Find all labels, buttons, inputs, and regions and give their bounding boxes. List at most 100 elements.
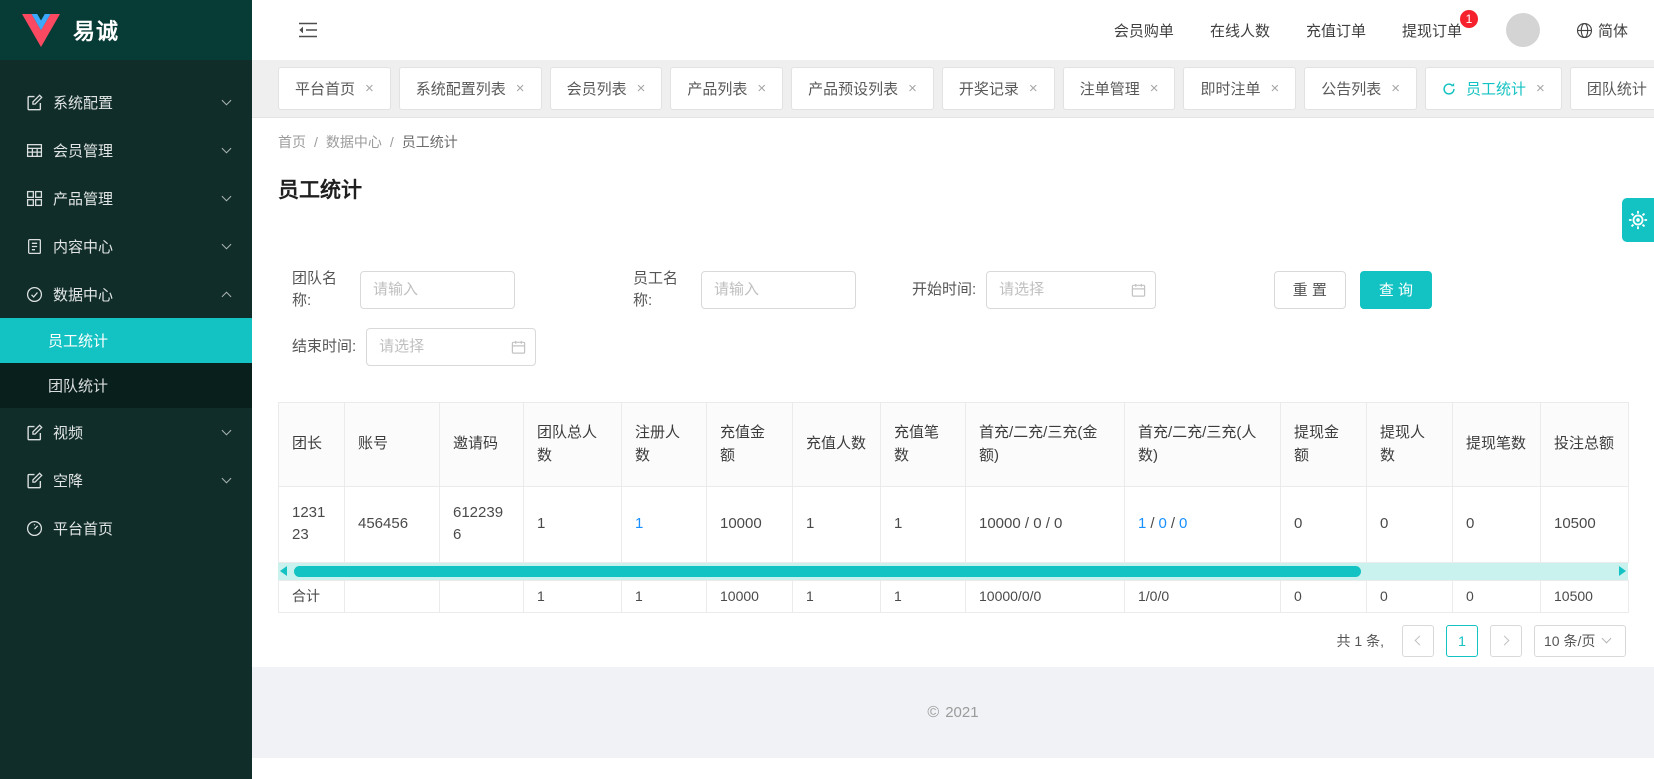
tab-live-bets[interactable]: 即时注单×: [1183, 67, 1296, 110]
col-recharge-amount: 充值金额: [707, 402, 793, 486]
col-registered: 注册人数: [622, 402, 707, 486]
link-second-recharge-users[interactable]: 0: [1159, 515, 1167, 532]
sidebar-item-platform-home[interactable]: 平台首页: [0, 504, 252, 552]
tab-team-statistics[interactable]: 团队统计×: [1570, 67, 1654, 110]
copyright-year: 2021: [945, 704, 978, 721]
language-switch[interactable]: 简体: [1576, 20, 1628, 41]
search-button[interactable]: 查 询: [1360, 271, 1432, 309]
filter-panel: 团队名称: 员工名称: 开始时间:: [278, 268, 1628, 366]
close-icon[interactable]: ×: [637, 81, 646, 96]
cell-withdraw-amount: 0: [1281, 486, 1367, 562]
avatar[interactable]: [1506, 13, 1540, 47]
link-first-recharge-users[interactable]: 1: [1138, 515, 1146, 532]
tab-draw-records[interactable]: 开奖记录×: [942, 67, 1055, 110]
tab-announcement-list[interactable]: 公告列表×: [1304, 67, 1417, 110]
close-icon[interactable]: ×: [1536, 81, 1545, 96]
close-icon[interactable]: ×: [1270, 81, 1279, 96]
sidebar-item-airdrop[interactable]: 空降: [0, 456, 252, 504]
scroll-right-arrow-icon[interactable]: [1619, 566, 1626, 576]
filter-row-2: 结束时间:: [292, 328, 1628, 366]
prev-page-button[interactable]: [1402, 625, 1434, 657]
topbar-link-online-users[interactable]: 在线人数: [1210, 20, 1270, 41]
sidebar: 易诚 系统配置 会员管理 产品管理: [0, 0, 252, 779]
staff-name-input[interactable]: [701, 271, 856, 309]
close-icon[interactable]: ×: [1150, 81, 1159, 96]
breadcrumb-home[interactable]: 首页: [278, 132, 306, 152]
topbar-link-recharge-orders[interactable]: 充值订单: [1306, 20, 1366, 41]
notification-badge: 1: [1460, 10, 1478, 28]
sidebar-item-product-management[interactable]: 产品管理: [0, 174, 252, 222]
chevron-up-icon: [222, 291, 232, 301]
col-withdraw-amount: 提现金额: [1281, 402, 1367, 486]
cell-first-recharge-users: 1/0/0: [1125, 486, 1281, 562]
col-withdraw-users: 提现人数: [1367, 402, 1453, 486]
sidebar-item-data-center[interactable]: 数据中心: [0, 270, 252, 318]
close-icon[interactable]: ×: [1029, 81, 1038, 96]
topbar: 会员购单 在线人数 充值订单 提现订单 1 简体: [252, 0, 1654, 60]
team-name-input[interactable]: [360, 271, 515, 309]
brand-header[interactable]: 易诚: [0, 0, 252, 60]
start-time-label: 开始时间:: [912, 279, 976, 301]
tab-platform-home[interactable]: 平台首页×: [278, 67, 391, 110]
filter-row-1: 团队名称: 员工名称: 开始时间:: [292, 268, 1628, 312]
next-page-button[interactable]: [1490, 625, 1522, 657]
end-time-filter: 结束时间:: [292, 328, 536, 366]
close-icon[interactable]: ×: [1391, 81, 1400, 96]
col-withdraw-count: 提现笔数: [1453, 402, 1541, 486]
close-icon[interactable]: ×: [365, 81, 374, 96]
col-invite-code: 邀请码: [440, 402, 524, 486]
collapse-sidebar-button[interactable]: [298, 21, 318, 39]
tab-bet-management[interactable]: 注单管理×: [1063, 67, 1176, 110]
col-first-recharge-amount: 首充/二充/三充(金额): [966, 402, 1125, 486]
close-icon[interactable]: ×: [757, 81, 766, 96]
breadcrumb-separator: /: [314, 134, 318, 150]
dashboard-icon: [26, 520, 43, 537]
page-1-button[interactable]: 1: [1446, 625, 1478, 657]
sidebar-item-system-config[interactable]: 系统配置: [0, 78, 252, 126]
refresh-icon[interactable]: [1442, 82, 1456, 96]
sidebar-item-content-center[interactable]: 内容中心: [0, 222, 252, 270]
sidebar-subitem-team-statistics[interactable]: 团队统计: [0, 363, 252, 408]
summary-total-label: 合计: [279, 580, 345, 612]
scrollbar-thumb[interactable]: [294, 566, 1361, 577]
cell-registered: 1: [622, 486, 707, 562]
edit-square-icon: [26, 472, 43, 489]
topbar-right: 会员购单 在线人数 充值订单 提现订单 1 简体: [1114, 13, 1628, 47]
appstore-icon: [26, 190, 43, 207]
cell-withdraw-users: 0: [1367, 486, 1453, 562]
sidebar-item-video[interactable]: 视频: [0, 408, 252, 456]
team-name-filter: 团队名称:: [292, 268, 515, 312]
start-time-filter: 开始时间:: [912, 271, 1156, 309]
cell-account: 456456: [345, 486, 440, 562]
link-registered-count[interactable]: 1: [635, 515, 643, 532]
copyright-icon: ©: [927, 704, 939, 722]
reset-button[interactable]: 重 置: [1274, 271, 1346, 309]
close-icon[interactable]: ×: [516, 81, 525, 96]
page-content: 首页 / 数据中心 / 员工统计 员工统计 团队名称: 员工名称:: [252, 118, 1654, 667]
tab-staff-statistics[interactable]: 员工统计 ×: [1425, 67, 1562, 110]
breadcrumb: 首页 / 数据中心 / 员工统计: [278, 132, 1628, 152]
tab-system-config-list[interactable]: 系统配置列表×: [399, 67, 542, 110]
settings-fab[interactable]: [1622, 198, 1654, 242]
breadcrumb-data-center[interactable]: 数据中心: [326, 132, 382, 152]
table-horizontal-scrollbar[interactable]: [278, 563, 1628, 580]
menu-fold-icon: [298, 21, 318, 39]
table-row: 123123 456456 6122396 1 1 10000 1 1 1000…: [279, 486, 1629, 562]
tab-member-list[interactable]: 会员列表×: [550, 67, 663, 110]
tab-product-preset-list[interactable]: 产品预设列表×: [791, 67, 934, 110]
brand-name: 易诚: [73, 14, 119, 46]
bottom-strip: [252, 758, 1654, 779]
scroll-left-arrow-icon[interactable]: [280, 566, 287, 576]
link-third-recharge-users[interactable]: 0: [1179, 515, 1187, 532]
tab-product-list[interactable]: 产品列表×: [670, 67, 783, 110]
close-icon[interactable]: ×: [908, 81, 917, 96]
sidebar-submenu-data-center: 员工统计 团队统计: [0, 318, 252, 408]
topbar-link-withdraw-orders[interactable]: 提现订单 1: [1402, 20, 1462, 41]
chevron-right-icon: [1500, 636, 1510, 646]
topbar-link-member-orders[interactable]: 会员购单: [1114, 20, 1174, 41]
sidebar-subitem-staff-statistics[interactable]: 员工统计: [0, 318, 252, 363]
col-account: 账号: [345, 402, 440, 486]
sidebar-item-member-management[interactable]: 会员管理: [0, 126, 252, 174]
page-size-select[interactable]: 10 条/页: [1534, 625, 1626, 657]
document-icon: [26, 238, 43, 255]
